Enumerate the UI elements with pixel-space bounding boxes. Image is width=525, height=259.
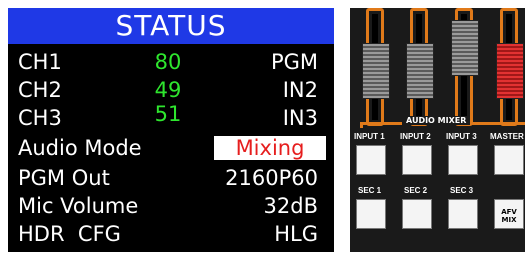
input-2-button[interactable] — [402, 145, 432, 175]
ch1-label: CH1 — [18, 50, 62, 74]
ch1-source: PGM — [270, 50, 318, 74]
audio-mode-row: Audio Mode Mixing — [8, 134, 334, 162]
input-3-label: INPUT 3 — [446, 132, 477, 141]
pgm-out-value: 2160P60 — [225, 166, 318, 190]
input-2-label: INPUT 2 — [400, 132, 431, 141]
audio-mode-value: Mixing — [214, 136, 326, 160]
audio-mode-label: Audio Mode — [18, 136, 142, 160]
master-button[interactable] — [494, 145, 524, 175]
ch1-level: 80 — [154, 50, 182, 74]
ch3-source: IN3 — [282, 106, 318, 130]
sec-1-label: SEC 1 — [358, 186, 382, 195]
input-1-label: INPUT 1 — [354, 132, 385, 141]
input-1-button[interactable] — [356, 145, 386, 175]
fader-input-2[interactable] — [402, 8, 436, 126]
sec-2-button[interactable] — [402, 199, 432, 229]
hdr-cfg-value: HLG — [274, 222, 318, 246]
sec-3-button[interactable] — [448, 199, 478, 229]
sec-1-button[interactable] — [356, 199, 386, 229]
status-title: STATUS — [8, 8, 334, 44]
master-label: MASTER — [490, 132, 524, 141]
pgm-out-label: PGM Out — [18, 166, 110, 190]
ch2-label: CH2 — [18, 78, 62, 102]
fader-input-3[interactable] — [447, 8, 481, 126]
audio-mixer-panel: AUDIO MIXER INPUT 1 INPUT 2 INPUT 3 MAST… — [350, 8, 525, 252]
mic-volume-value: 32dB — [263, 194, 318, 218]
audio-mixer-title: AUDIO MIXER — [402, 116, 471, 125]
ch3-label: CH3 — [18, 106, 62, 130]
sec-3-label: SEC 3 — [450, 186, 474, 195]
fader-knob[interactable] — [496, 42, 524, 99]
fader-knob[interactable] — [362, 42, 390, 99]
sec-2-label: SEC 2 — [404, 186, 428, 195]
afv-mix-label: AFV MIX — [501, 208, 517, 224]
ch1-row: CH1 80 PGM — [8, 48, 334, 76]
ch3-row: CH3 51 IN3 — [8, 102, 334, 132]
hdr-cfg-row: HDR CFG HLG — [8, 220, 334, 248]
input-3-button[interactable] — [448, 145, 478, 175]
afv-mix-button[interactable]: AFV MIX — [494, 199, 524, 229]
fader-knob[interactable] — [406, 42, 434, 99]
pgm-out-row: PGM Out 2160P60 — [8, 164, 334, 192]
status-panel: STATUS CH1 80 PGM CH2 49 IN2 CH3 51 IN3 … — [8, 8, 334, 252]
ch3-level: 51 — [154, 102, 182, 126]
hdr-cfg-label: HDR CFG — [18, 222, 121, 246]
ch2-source: IN2 — [282, 78, 318, 102]
mic-volume-row: Mic Volume 32dB — [8, 192, 334, 220]
fader-input-1[interactable] — [358, 8, 392, 126]
fader-master[interactable] — [492, 8, 525, 126]
mic-volume-label: Mic Volume — [18, 194, 139, 218]
fader-knob[interactable] — [451, 19, 479, 76]
